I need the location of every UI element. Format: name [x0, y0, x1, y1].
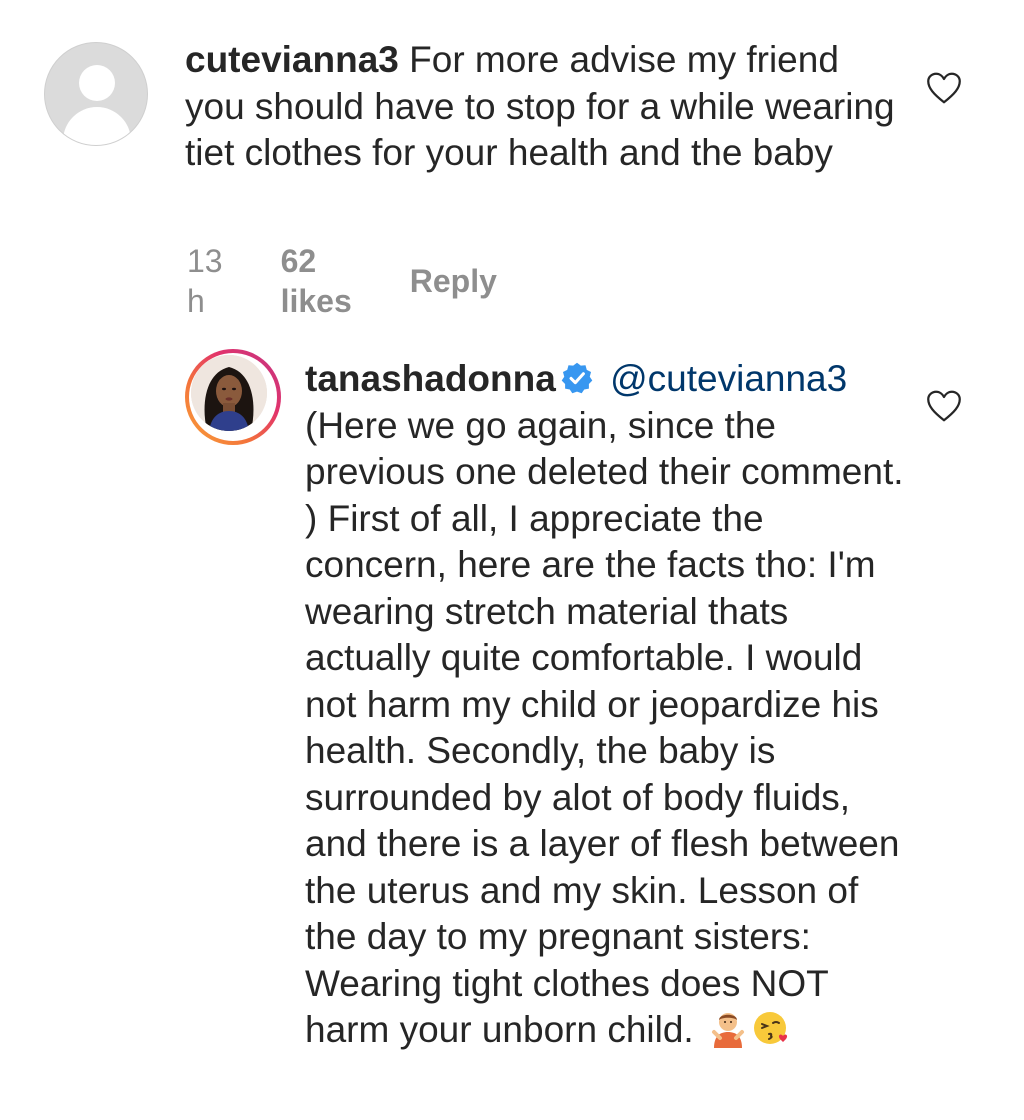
comment-meta: 13 h 62 likes Reply [187, 241, 497, 321]
comment-text: (Here we go again, since the previous on… [305, 404, 904, 1051]
person-gesturing-ok-emoji [711, 1013, 744, 1048]
default-avatar-icon[interactable] [44, 42, 148, 146]
face-blowing-kiss-emoji [753, 1012, 788, 1044]
heart-outline-icon[interactable] [926, 389, 962, 423]
mention-link[interactable]: @cutevianna3 [610, 358, 847, 399]
heart-outline-icon[interactable] [926, 71, 962, 105]
avatar[interactable] [185, 349, 281, 445]
comment-username[interactable]: tanashadonna [305, 358, 556, 399]
comment-username[interactable]: cutevianna3 [185, 39, 399, 80]
comment-body: cutevianna3 For more advise my friend yo… [185, 37, 905, 177]
verified-badge-icon [561, 362, 593, 394]
comment-body: tanashadonna @cutevianna3 (Here we go ag… [305, 356, 905, 1054]
comment-timestamp: 13 h [187, 243, 223, 319]
profile-photo-icon [191, 355, 267, 431]
comment-likes-count[interactable]: 62 likes [281, 241, 352, 321]
reply-button[interactable]: Reply [410, 261, 497, 301]
